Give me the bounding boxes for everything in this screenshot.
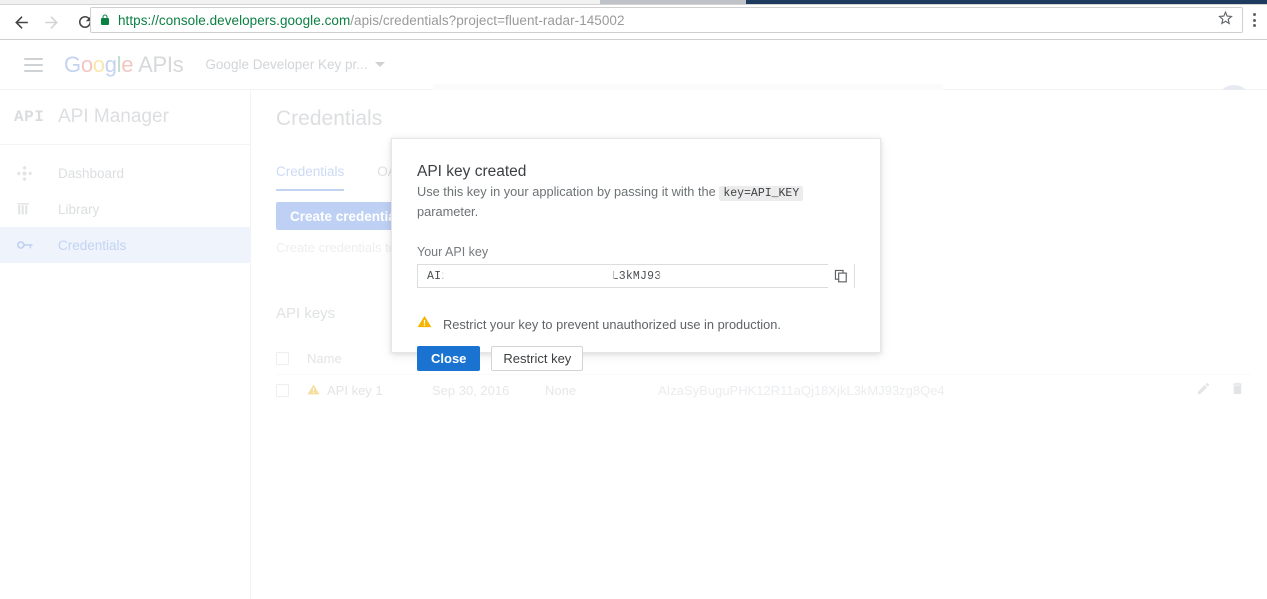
kebab-dot-2 xyxy=(1253,19,1256,22)
sidebar-item-dashboard[interactable]: Dashboard xyxy=(0,155,250,191)
app-header: GoogleAPIs Google Developer Key pr... ? … xyxy=(0,40,1267,90)
chevron-down-icon xyxy=(375,62,385,67)
tab-credentials[interactable]: Credentials xyxy=(276,164,344,191)
hamburger-line-3 xyxy=(24,70,43,72)
google-apis-logo[interactable]: GoogleAPIs xyxy=(64,52,183,78)
api-key-value: AIzaSyBuguPHK12R11aQj18XjkL3kMJ93zg8Qe4 xyxy=(418,270,704,283)
address-bar[interactable]: https://console.developers.google.com/ap… xyxy=(90,7,1243,33)
api-key-field-label: Your API key xyxy=(417,245,855,259)
dialog-button-row: Close Restrict key xyxy=(417,346,855,371)
table-row[interactable]: API key 1 Sep 30, 2016 None AIzaSyBuguPH… xyxy=(276,374,1251,406)
row-name-cell: API key 1 xyxy=(307,383,432,399)
sidebar-item-label: Credentials xyxy=(58,238,126,253)
row-action-group xyxy=(1196,381,1245,401)
logo-apis-text: APIs xyxy=(138,52,183,77)
sidebar-item-credentials[interactable]: Credentials xyxy=(0,227,250,263)
dialog-description-before: Use this key in your application by pass… xyxy=(417,184,716,199)
page-title: Credentials xyxy=(276,107,382,131)
project-name: Google Developer Key pr... xyxy=(205,57,367,72)
api-key-field[interactable]: AIzaSyBuguPHK12R11aQj18XjkL3kMJ93zg8Qe4 xyxy=(417,264,855,288)
logo-letter-o2: o xyxy=(93,52,105,77)
logo-letter-e: e xyxy=(121,52,133,77)
library-icon xyxy=(16,201,46,218)
sidebar-spacer xyxy=(0,145,250,155)
warning-icon xyxy=(417,314,432,334)
logo-letter-g2: g xyxy=(105,52,117,77)
sidebar-item-label: Library xyxy=(58,202,99,217)
logo-letter-o1: o xyxy=(81,52,93,77)
star-icon[interactable] xyxy=(1217,9,1234,31)
dashboard-icon xyxy=(16,165,46,182)
address-bar-url: https://console.developers.google.com/ap… xyxy=(118,13,1211,28)
dialog-body: API key created Use this key in your app… xyxy=(392,139,880,371)
logo-letter-g: G xyxy=(64,52,81,77)
close-button[interactable]: Close xyxy=(417,346,480,371)
hamburger-line-2 xyxy=(24,64,43,66)
project-picker[interactable]: Google Developer Key pr... xyxy=(205,57,384,72)
sidebar-item-label: Dashboard xyxy=(58,166,124,181)
restrict-warning-text: Restrict your key to prevent unauthorize… xyxy=(443,317,781,332)
dialog-description-after: parameter. xyxy=(417,204,478,219)
kebab-dot-3 xyxy=(1253,24,1256,27)
arrow-left-icon xyxy=(12,13,31,32)
copy-icon[interactable] xyxy=(828,264,854,288)
restrict-key-button[interactable]: Restrict key xyxy=(491,346,583,371)
row-checkbox[interactable] xyxy=(276,384,289,397)
row-date-cell: Sep 30, 2016 xyxy=(432,383,545,398)
row-key-cell: AIzaSyBuguPHK12R11aQj18XjkL3kMJ93zg8Qe4 xyxy=(658,383,1196,398)
sidebar-product-header: API API Manager xyxy=(0,90,250,145)
api-keys-heading: API keys xyxy=(276,305,335,322)
restrict-warning-row: Restrict your key to prevent unauthorize… xyxy=(417,314,855,334)
select-all-checkbox[interactable] xyxy=(276,352,289,365)
dialog-title: API key created xyxy=(417,163,855,181)
key-icon xyxy=(16,236,46,254)
create-credentials-subtext: Create credentials to xyxy=(276,240,396,255)
warning-icon xyxy=(307,383,320,399)
forward-button[interactable] xyxy=(36,7,66,37)
row-restrictions-cell: None xyxy=(545,383,658,398)
kebab-dot-1 xyxy=(1253,13,1256,16)
api-key-created-dialog: API key created Use this key in your app… xyxy=(391,138,881,353)
hamburger-line-1 xyxy=(24,58,43,60)
dialog-description: Use this key in your application by pass… xyxy=(417,183,855,221)
browser-menu-button[interactable] xyxy=(1245,8,1263,32)
lock-icon xyxy=(99,13,111,27)
trash-icon[interactable] xyxy=(1230,381,1245,401)
tab-strip-divider xyxy=(0,4,1267,5)
browser-tab-strip xyxy=(0,0,1267,5)
pencil-icon[interactable] xyxy=(1196,381,1211,401)
url-scheme-host: https://console.developers.google.com xyxy=(118,13,350,28)
sidebar: API API Manager Dashboard Library Creden… xyxy=(0,90,251,599)
arrow-right-icon xyxy=(42,13,61,32)
api-logo: API xyxy=(14,108,48,126)
sidebar-item-library[interactable]: Library xyxy=(0,191,250,227)
url-path: /apis/credentials?project=fluent-radar-1… xyxy=(350,13,624,28)
api-key-param-chip: key=API_KEY xyxy=(719,186,803,201)
sidebar-product-title: API Manager xyxy=(58,106,169,128)
browser-chrome: https://console.developers.google.com/ap… xyxy=(0,0,1267,40)
row-name-text: API key 1 xyxy=(327,383,383,398)
back-button[interactable] xyxy=(6,7,36,37)
hamburger-icon[interactable] xyxy=(16,48,50,82)
